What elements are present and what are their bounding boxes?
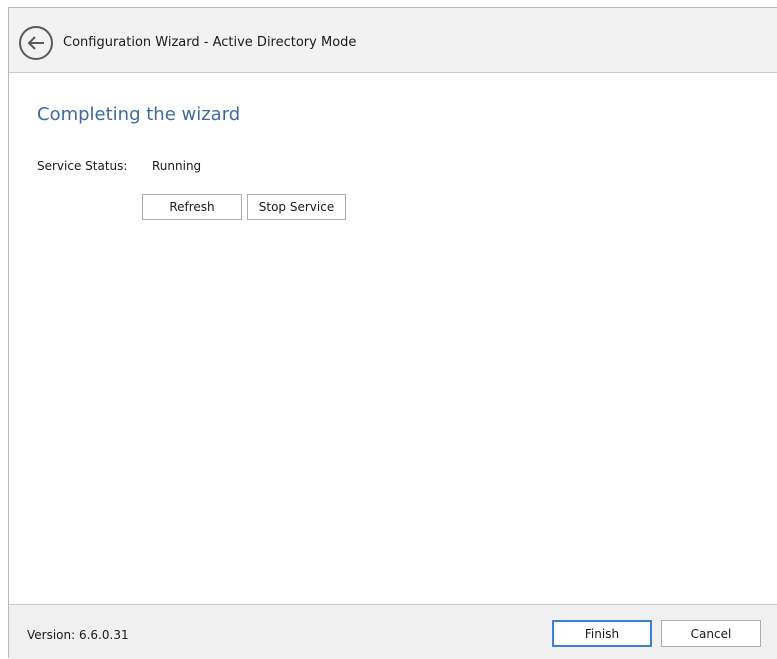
service-status-value: Running	[152, 159, 202, 173]
wizard-window: Configuration Wizard - Active Directory …	[8, 7, 777, 659]
refresh-button[interactable]: Refresh	[142, 194, 242, 220]
wizard-header: Configuration Wizard - Active Directory …	[9, 8, 777, 73]
wizard-content: Completing the wizard Service Status: Ru…	[9, 73, 777, 604]
page-title: Completing the wizard	[37, 104, 241, 125]
wizard-footer: Version: 6.6.0.31 Finish Cancel	[9, 604, 777, 659]
stop-service-button[interactable]: Stop Service	[247, 194, 346, 220]
cancel-button[interactable]: Cancel	[661, 620, 761, 647]
arrow-left-icon	[27, 36, 44, 50]
window-title: Configuration Wizard - Active Directory …	[63, 35, 357, 50]
service-status-label: Service Status:	[37, 159, 128, 173]
version-label: Version: 6.6.0.31	[27, 628, 129, 642]
back-button[interactable]	[19, 26, 53, 60]
finish-button[interactable]: Finish	[552, 620, 652, 647]
